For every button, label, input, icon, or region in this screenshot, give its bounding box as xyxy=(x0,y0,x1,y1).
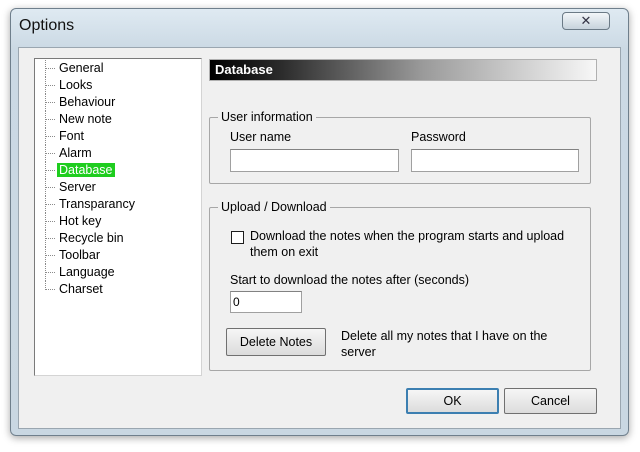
tree-item-hot-key[interactable]: Hot key xyxy=(37,213,137,230)
upload-download-label: Upload / Download xyxy=(218,200,330,214)
tree-item-server[interactable]: Server xyxy=(37,179,137,196)
close-icon: ✕ xyxy=(580,13,592,28)
tree-item-database[interactable]: Database xyxy=(37,162,137,179)
panel-header: Database xyxy=(209,59,597,81)
upload-download-group: Upload / Download Download the notes whe… xyxy=(209,200,591,371)
tree-item-toolbar[interactable]: Toolbar xyxy=(37,247,137,264)
tree-item-alarm[interactable]: Alarm xyxy=(37,145,137,162)
delete-notes-description-line2: server xyxy=(341,345,376,359)
tree-item-charset[interactable]: Charset xyxy=(37,281,137,298)
delete-notes-button[interactable]: Delete Notes xyxy=(226,328,326,356)
username-label: User name xyxy=(230,130,292,144)
options-window: Options ✕ General Looks Behaviour New no… xyxy=(10,8,629,436)
tree-item-language[interactable]: Language xyxy=(37,264,137,281)
tree-item-general[interactable]: General xyxy=(37,60,137,77)
user-information-group: User information User name Password xyxy=(209,110,591,184)
download-on-start-label-line1: Download the notes when the program star… xyxy=(250,229,565,243)
tree-item-transparancy[interactable]: Transparancy xyxy=(37,196,137,213)
tree-item-recycle-bin[interactable]: Recycle bin xyxy=(37,230,137,247)
delete-notes-description-line1: Delete all my notes that I have on the xyxy=(341,329,548,343)
dialog-client-area: General Looks Behaviour New note Font Al… xyxy=(18,47,621,429)
user-information-label: User information xyxy=(218,110,316,124)
cancel-button[interactable]: Cancel xyxy=(504,388,597,414)
tree-item-behaviour[interactable]: Behaviour xyxy=(37,94,137,111)
password-input[interactable] xyxy=(411,149,579,172)
tree-item-new-note[interactable]: New note xyxy=(37,111,137,128)
tree-item-font[interactable]: Font xyxy=(37,128,137,145)
download-delay-label: Start to download the notes after (secon… xyxy=(230,273,470,287)
options-tree[interactable]: General Looks Behaviour New note Font Al… xyxy=(34,58,202,376)
tree-item-looks[interactable]: Looks xyxy=(37,77,137,94)
ok-button[interactable]: OK xyxy=(406,388,499,414)
download-on-start-label-line2: them on exit xyxy=(250,245,319,259)
password-label: Password xyxy=(411,130,466,144)
download-on-start-checkbox[interactable] xyxy=(231,231,244,244)
window-title: Options xyxy=(19,17,75,34)
close-button[interactable]: ✕ xyxy=(562,12,610,30)
username-input[interactable] xyxy=(230,149,399,172)
download-delay-input[interactable] xyxy=(230,291,302,313)
